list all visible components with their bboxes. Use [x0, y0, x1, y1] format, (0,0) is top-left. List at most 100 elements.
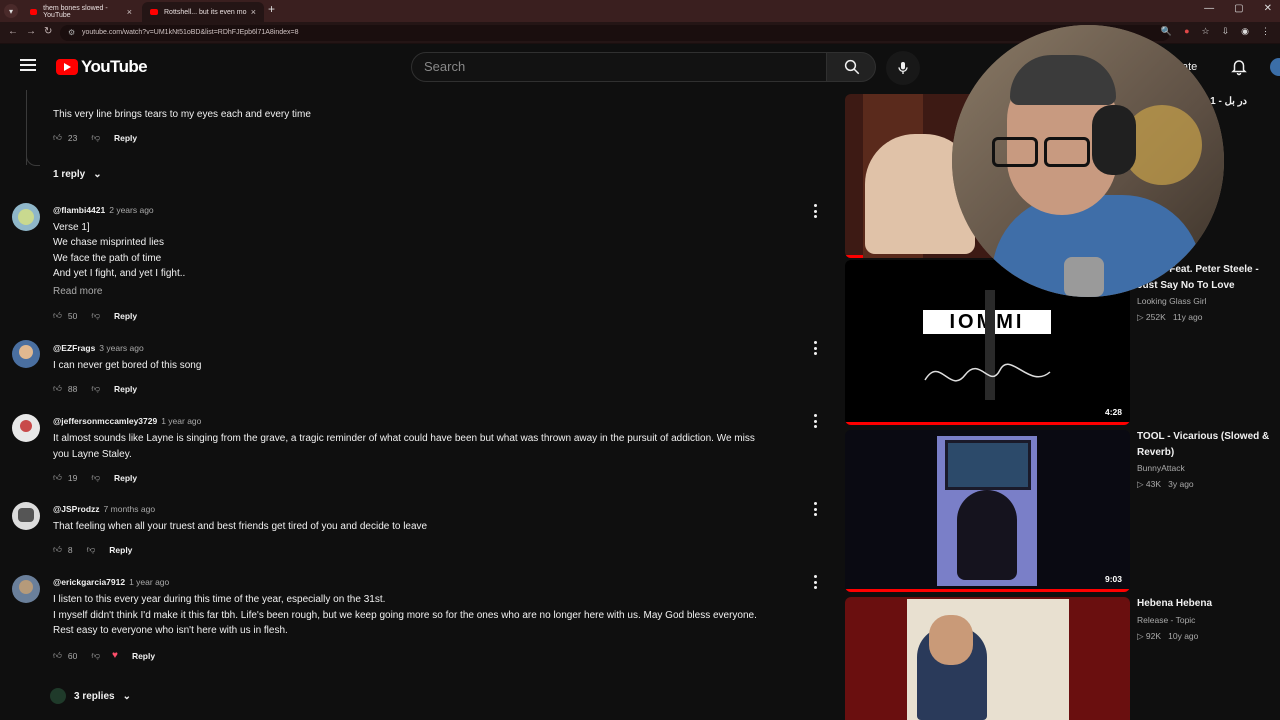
- comment-time[interactable]: 2 years ago: [109, 205, 153, 215]
- maximize-icon[interactable]: ▢: [1234, 3, 1243, 14]
- search-button[interactable]: [826, 52, 876, 82]
- creator-heart-icon: ♥: [112, 650, 118, 661]
- comment-line: I listen to this every year during this …: [53, 594, 386, 605]
- comment-header: @EZFrags 3 years ago: [53, 343, 144, 353]
- search-input[interactable]: [424, 59, 804, 74]
- view-replies-button[interactable]: 3 replies ⌄: [50, 688, 131, 704]
- avatar[interactable]: [12, 203, 40, 231]
- youtube-logo[interactable]: YouTube: [56, 57, 148, 77]
- comment-time[interactable]: 1 year ago: [129, 577, 169, 587]
- watch-progress-bar: [845, 255, 863, 258]
- close-tab-icon[interactable]: ×: [251, 7, 256, 17]
- new-tab-icon[interactable]: +: [268, 2, 275, 16]
- comment-header: @erickgarcia7912 1 year ago: [53, 577, 169, 587]
- thumbnail-art: [957, 490, 1017, 580]
- video-stats: ▷ 92K 10y ago: [1137, 631, 1199, 641]
- video-thumbnail[interactable]: [845, 597, 1130, 720]
- thumbnail-art: [929, 615, 973, 665]
- site-info-icon[interactable]: ⚙: [68, 28, 75, 37]
- dislike-icon[interactable]: 👎︎: [91, 310, 100, 321]
- avatar[interactable]: [12, 414, 40, 442]
- logo-text: YouTube: [81, 57, 148, 76]
- video-stats: ▷ 43K 3y ago: [1137, 479, 1194, 489]
- comment-author[interactable]: @jeffersonmccamley3729: [53, 416, 157, 426]
- like-icon[interactable]: 👍︎: [53, 544, 62, 555]
- like-icon[interactable]: 👍︎: [53, 132, 62, 143]
- avatar[interactable]: [12, 575, 40, 603]
- comment-time[interactable]: 3 years ago: [99, 343, 143, 353]
- browser-tab-active[interactable]: Rottshell... but its even mo ×: [142, 2, 264, 22]
- like-count: 50: [67, 310, 78, 321]
- close-tab-icon[interactable]: ×: [127, 7, 132, 17]
- menu-icon[interactable]: [20, 59, 36, 71]
- dislike-icon[interactable]: 👎︎: [91, 472, 100, 483]
- dislike-icon[interactable]: 👎︎: [87, 544, 96, 555]
- close-window-icon[interactable]: ✕: [1264, 3, 1272, 14]
- comment-actions: 👍︎ 60 👎︎ ♥ Reply: [53, 650, 155, 661]
- comment-actions: 👍︎ 88 👎︎ Reply: [53, 383, 137, 394]
- reply-button[interactable]: Reply: [109, 545, 132, 555]
- like-icon[interactable]: 👍︎: [53, 650, 62, 661]
- thumbnail-art: [945, 440, 1031, 490]
- reload-icon[interactable]: ↻: [44, 26, 52, 37]
- minimize-icon[interactable]: —: [1204, 3, 1214, 14]
- comment-author[interactable]: @erickgarcia7912: [53, 577, 125, 587]
- comment-menu-icon[interactable]: [814, 414, 818, 431]
- comment-author[interactable]: @EZFrags: [53, 343, 95, 353]
- reply-button[interactable]: Reply: [132, 651, 155, 661]
- chevron-down-icon: ⌄: [93, 169, 102, 180]
- comment-author[interactable]: @JSProdzz: [53, 504, 100, 514]
- avatar[interactable]: [12, 502, 40, 530]
- comment-menu-icon[interactable]: [814, 204, 818, 221]
- like-icon[interactable]: 👍︎: [53, 383, 62, 394]
- comment-line: Rest easy to everyone who isn't here wit…: [53, 625, 288, 636]
- back-icon[interactable]: ←: [8, 26, 18, 37]
- youtube-play-icon: [56, 59, 78, 75]
- reply-button[interactable]: Reply: [114, 311, 137, 321]
- like-count: 19: [67, 472, 78, 483]
- dislike-icon[interactable]: 👎︎: [91, 650, 100, 661]
- comment-line: Verse 1]: [53, 222, 90, 233]
- comment-line: We chase misprinted lies: [53, 237, 164, 248]
- read-more-link[interactable]: Read more: [53, 286, 102, 297]
- like-icon[interactable]: 👍︎: [53, 310, 62, 321]
- video-channel[interactable]: Release - Topic: [1137, 615, 1195, 625]
- comment-menu-icon[interactable]: [814, 341, 818, 358]
- like-count: 23: [67, 132, 78, 143]
- browser-tab[interactable]: them bones slowed - YouTube ×: [22, 2, 140, 22]
- view-replies-button[interactable]: 1 reply ⌄: [53, 169, 102, 180]
- video-duration: 9:03: [1104, 574, 1122, 584]
- comment-header: @flambi4421 2 years ago: [53, 205, 154, 215]
- browser-menu-icon[interactable]: ⋮: [1261, 26, 1270, 37]
- video-thumbnail[interactable]: 9:03: [845, 430, 1130, 592]
- account-avatar[interactable]: [1270, 58, 1280, 76]
- youtube-favicon-icon: [30, 9, 38, 15]
- view-count: 43K: [1145, 479, 1162, 489]
- comment-menu-icon[interactable]: [814, 502, 818, 519]
- youtube-favicon-icon: [150, 9, 158, 15]
- comment-menu-icon[interactable]: [814, 575, 818, 592]
- search-icon: [844, 59, 860, 75]
- reply-button[interactable]: Reply: [114, 133, 137, 143]
- avatar[interactable]: [12, 340, 40, 368]
- reply-button[interactable]: Reply: [114, 473, 137, 483]
- comment-time[interactable]: 1 year ago: [161, 416, 201, 426]
- comment-text: This very line brings tears to my eyes e…: [53, 109, 311, 120]
- comment-author[interactable]: @flambi4421: [53, 205, 105, 215]
- video-title[interactable]: TOOL - Vicarious (Slowed & Reverb): [1137, 429, 1277, 461]
- video-title[interactable]: Hebena Hebena: [1137, 596, 1277, 612]
- dislike-icon[interactable]: 👎︎: [91, 383, 100, 394]
- like-icon[interactable]: 👍︎: [53, 472, 62, 483]
- notifications-bell-icon[interactable]: [1230, 57, 1248, 77]
- forward-icon[interactable]: →: [26, 26, 36, 37]
- video-channel[interactable]: Looking Glass Girl: [1137, 296, 1206, 306]
- reply-button[interactable]: Reply: [114, 384, 137, 394]
- tab-search-icon[interactable]: ▾: [4, 4, 18, 18]
- profile-icon[interactable]: ◉: [1241, 26, 1249, 37]
- comment-actions: 👍︎ 19 👎︎ Reply: [53, 472, 137, 483]
- creator-reply-avatar: [50, 688, 66, 704]
- comment-time[interactable]: 7 months ago: [104, 504, 156, 514]
- video-channel[interactable]: BunnyAttack: [1137, 463, 1185, 473]
- dislike-icon[interactable]: 👎︎: [91, 132, 100, 143]
- voice-search-button[interactable]: [886, 51, 920, 85]
